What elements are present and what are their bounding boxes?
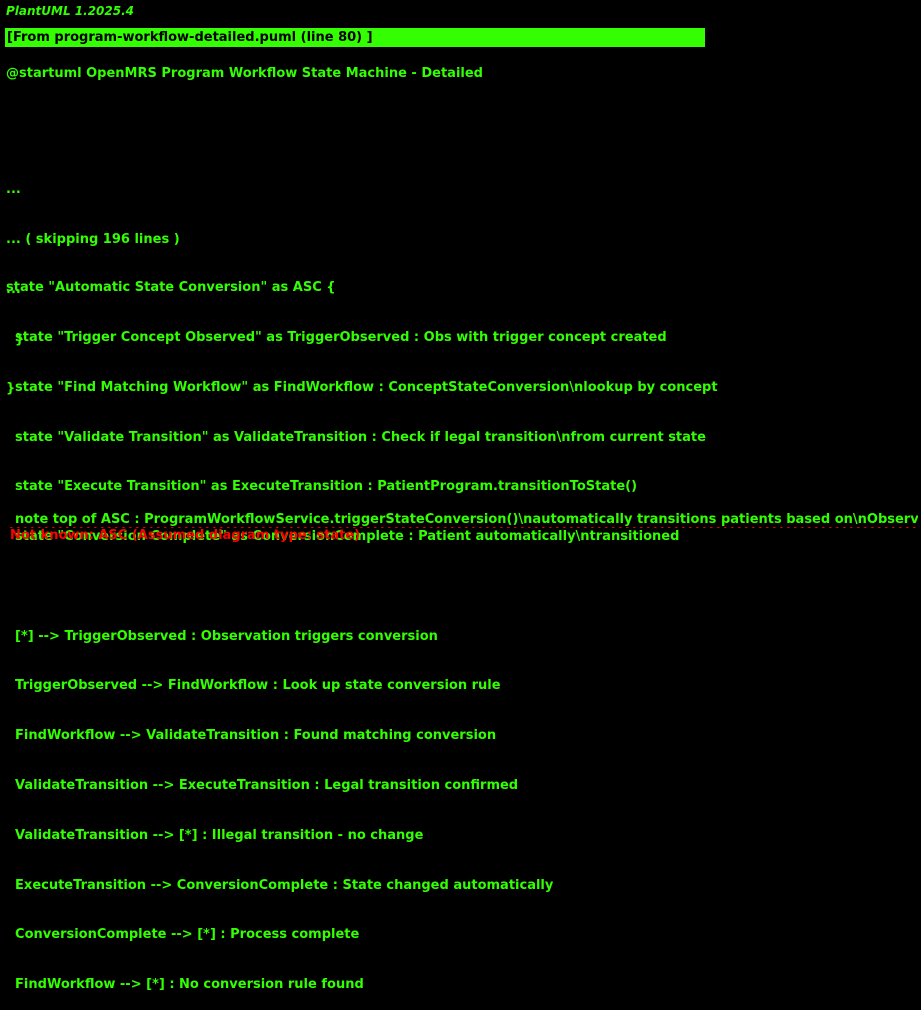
code-line: ConversionComplete --> [*] : Process com… xyxy=(6,927,360,943)
code-line: state "Validate Transition" as ValidateT… xyxy=(6,429,706,445)
source-location-banner: [From program-workflow-detailed.puml (li… xyxy=(5,28,705,47)
code-line: FindWorkflow --> [*] : No conversion rul… xyxy=(6,977,364,993)
plantuml-version: PlantUML 1.2025.4 xyxy=(6,4,135,18)
startuml-line: @startuml OpenMRS Program Workflow State… xyxy=(6,66,483,81)
code-line: [*] --> TriggerObserved : Observation tr… xyxy=(6,628,438,644)
code-line: FindWorkflow --> ValidateTransition : Fo… xyxy=(6,728,497,744)
ellipsis-line: ... xyxy=(6,182,21,198)
code-line: TriggerObserved --> FindWorkflow : Look … xyxy=(6,678,501,694)
source-code-block: state "Automatic State Conversion" as AS… xyxy=(6,247,718,1010)
code-line: state "Automatic State Conversion" as AS… xyxy=(6,280,336,296)
error-source-line: note top of ASC : ProgramWorkflowService… xyxy=(6,512,918,527)
code-line: ExecuteTransition --> ConversionComplete… xyxy=(6,877,554,893)
code-line: ValidateTransition --> ExecuteTransition… xyxy=(6,778,519,793)
code-line: ValidateTransition --> [*] : Illegal tra… xyxy=(6,827,424,843)
code-line: state "Find Matching Workflow" as FindWo… xyxy=(6,379,718,395)
error-message: Not known: ASC (Assumed diagram type: st… xyxy=(10,528,361,543)
code-line: state "Trigger Concept Observed" as Trig… xyxy=(6,329,667,345)
code-line: state "Execute Transition" as ExecuteTra… xyxy=(6,479,638,495)
